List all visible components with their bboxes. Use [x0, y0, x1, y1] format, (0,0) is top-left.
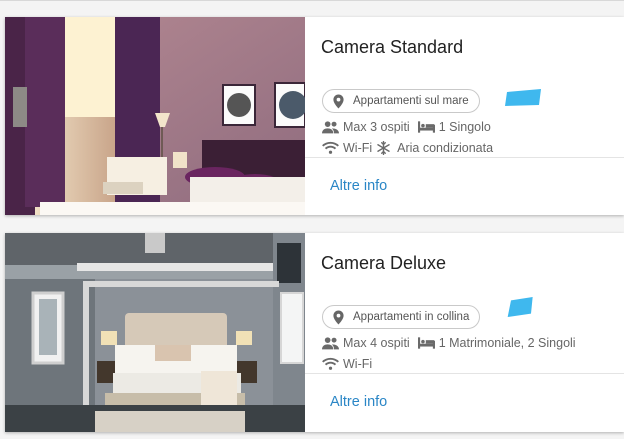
- amenity-wifi: Wi-Fi: [343, 356, 373, 371]
- bed-icon: [417, 120, 435, 134]
- room-card-deluxe: Camera Deluxe Appartamenti in collina Ma…: [5, 233, 624, 432]
- map-pin-icon: [333, 94, 344, 109]
- wifi-icon: [322, 357, 339, 371]
- map-pin-icon: [333, 310, 344, 325]
- beds-text: 1 Matrimoniale, 2 Singoli: [438, 335, 576, 350]
- snowflake-icon: [376, 140, 393, 155]
- room-title: Camera Deluxe: [321, 253, 447, 273]
- capacity-row: Max 4 ospiti 1 Matrimoniale, 2 Singoli: [322, 334, 576, 351]
- highlight-mark: [507, 297, 533, 317]
- more-info-link[interactable]: Altre info: [330, 178, 387, 194]
- room-photo-standard[interactable]: [5, 17, 305, 215]
- location-chip[interactable]: Appartamenti in collina: [322, 305, 481, 329]
- top-divider: [0, 0, 624, 1]
- amenity-wifi: Wi-Fi: [343, 140, 373, 155]
- amenities-row: Wi-Fi Aria condizionata: [322, 139, 493, 156]
- bed-icon: [417, 336, 435, 350]
- room-info-standard: Camera Standard Appartamenti sul mare Ma…: [305, 17, 624, 215]
- wifi-icon: [322, 141, 339, 155]
- location-label: Appartamenti in collina: [353, 311, 470, 323]
- guests-text: Max 3 ospiti: [343, 119, 410, 134]
- card-divider: [305, 373, 624, 374]
- guests-text: Max 4 ospiti: [343, 335, 410, 350]
- beds-text: 1 Singolo: [438, 119, 491, 134]
- room-card-standard: Camera Standard Appartamenti sul mare Ma…: [5, 17, 624, 215]
- people-icon: [322, 336, 339, 350]
- location-chip[interactable]: Appartamenti sul mare: [322, 89, 480, 113]
- amenity-ac: Aria condizionata: [397, 140, 494, 155]
- room-title: Camera Standard: [321, 37, 464, 57]
- location-label: Appartamenti sul mare: [353, 95, 469, 107]
- room-info-deluxe: Camera Deluxe Appartamenti in collina Ma…: [305, 233, 624, 432]
- card-divider: [305, 157, 624, 158]
- capacity-row: Max 3 ospiti 1 Singolo: [322, 118, 491, 135]
- amenities-row: Wi-Fi: [322, 355, 372, 372]
- room-photo-deluxe[interactable]: [5, 233, 305, 432]
- more-info-link[interactable]: Altre info: [330, 394, 387, 410]
- people-icon: [322, 120, 339, 134]
- highlight-mark: [505, 89, 541, 106]
